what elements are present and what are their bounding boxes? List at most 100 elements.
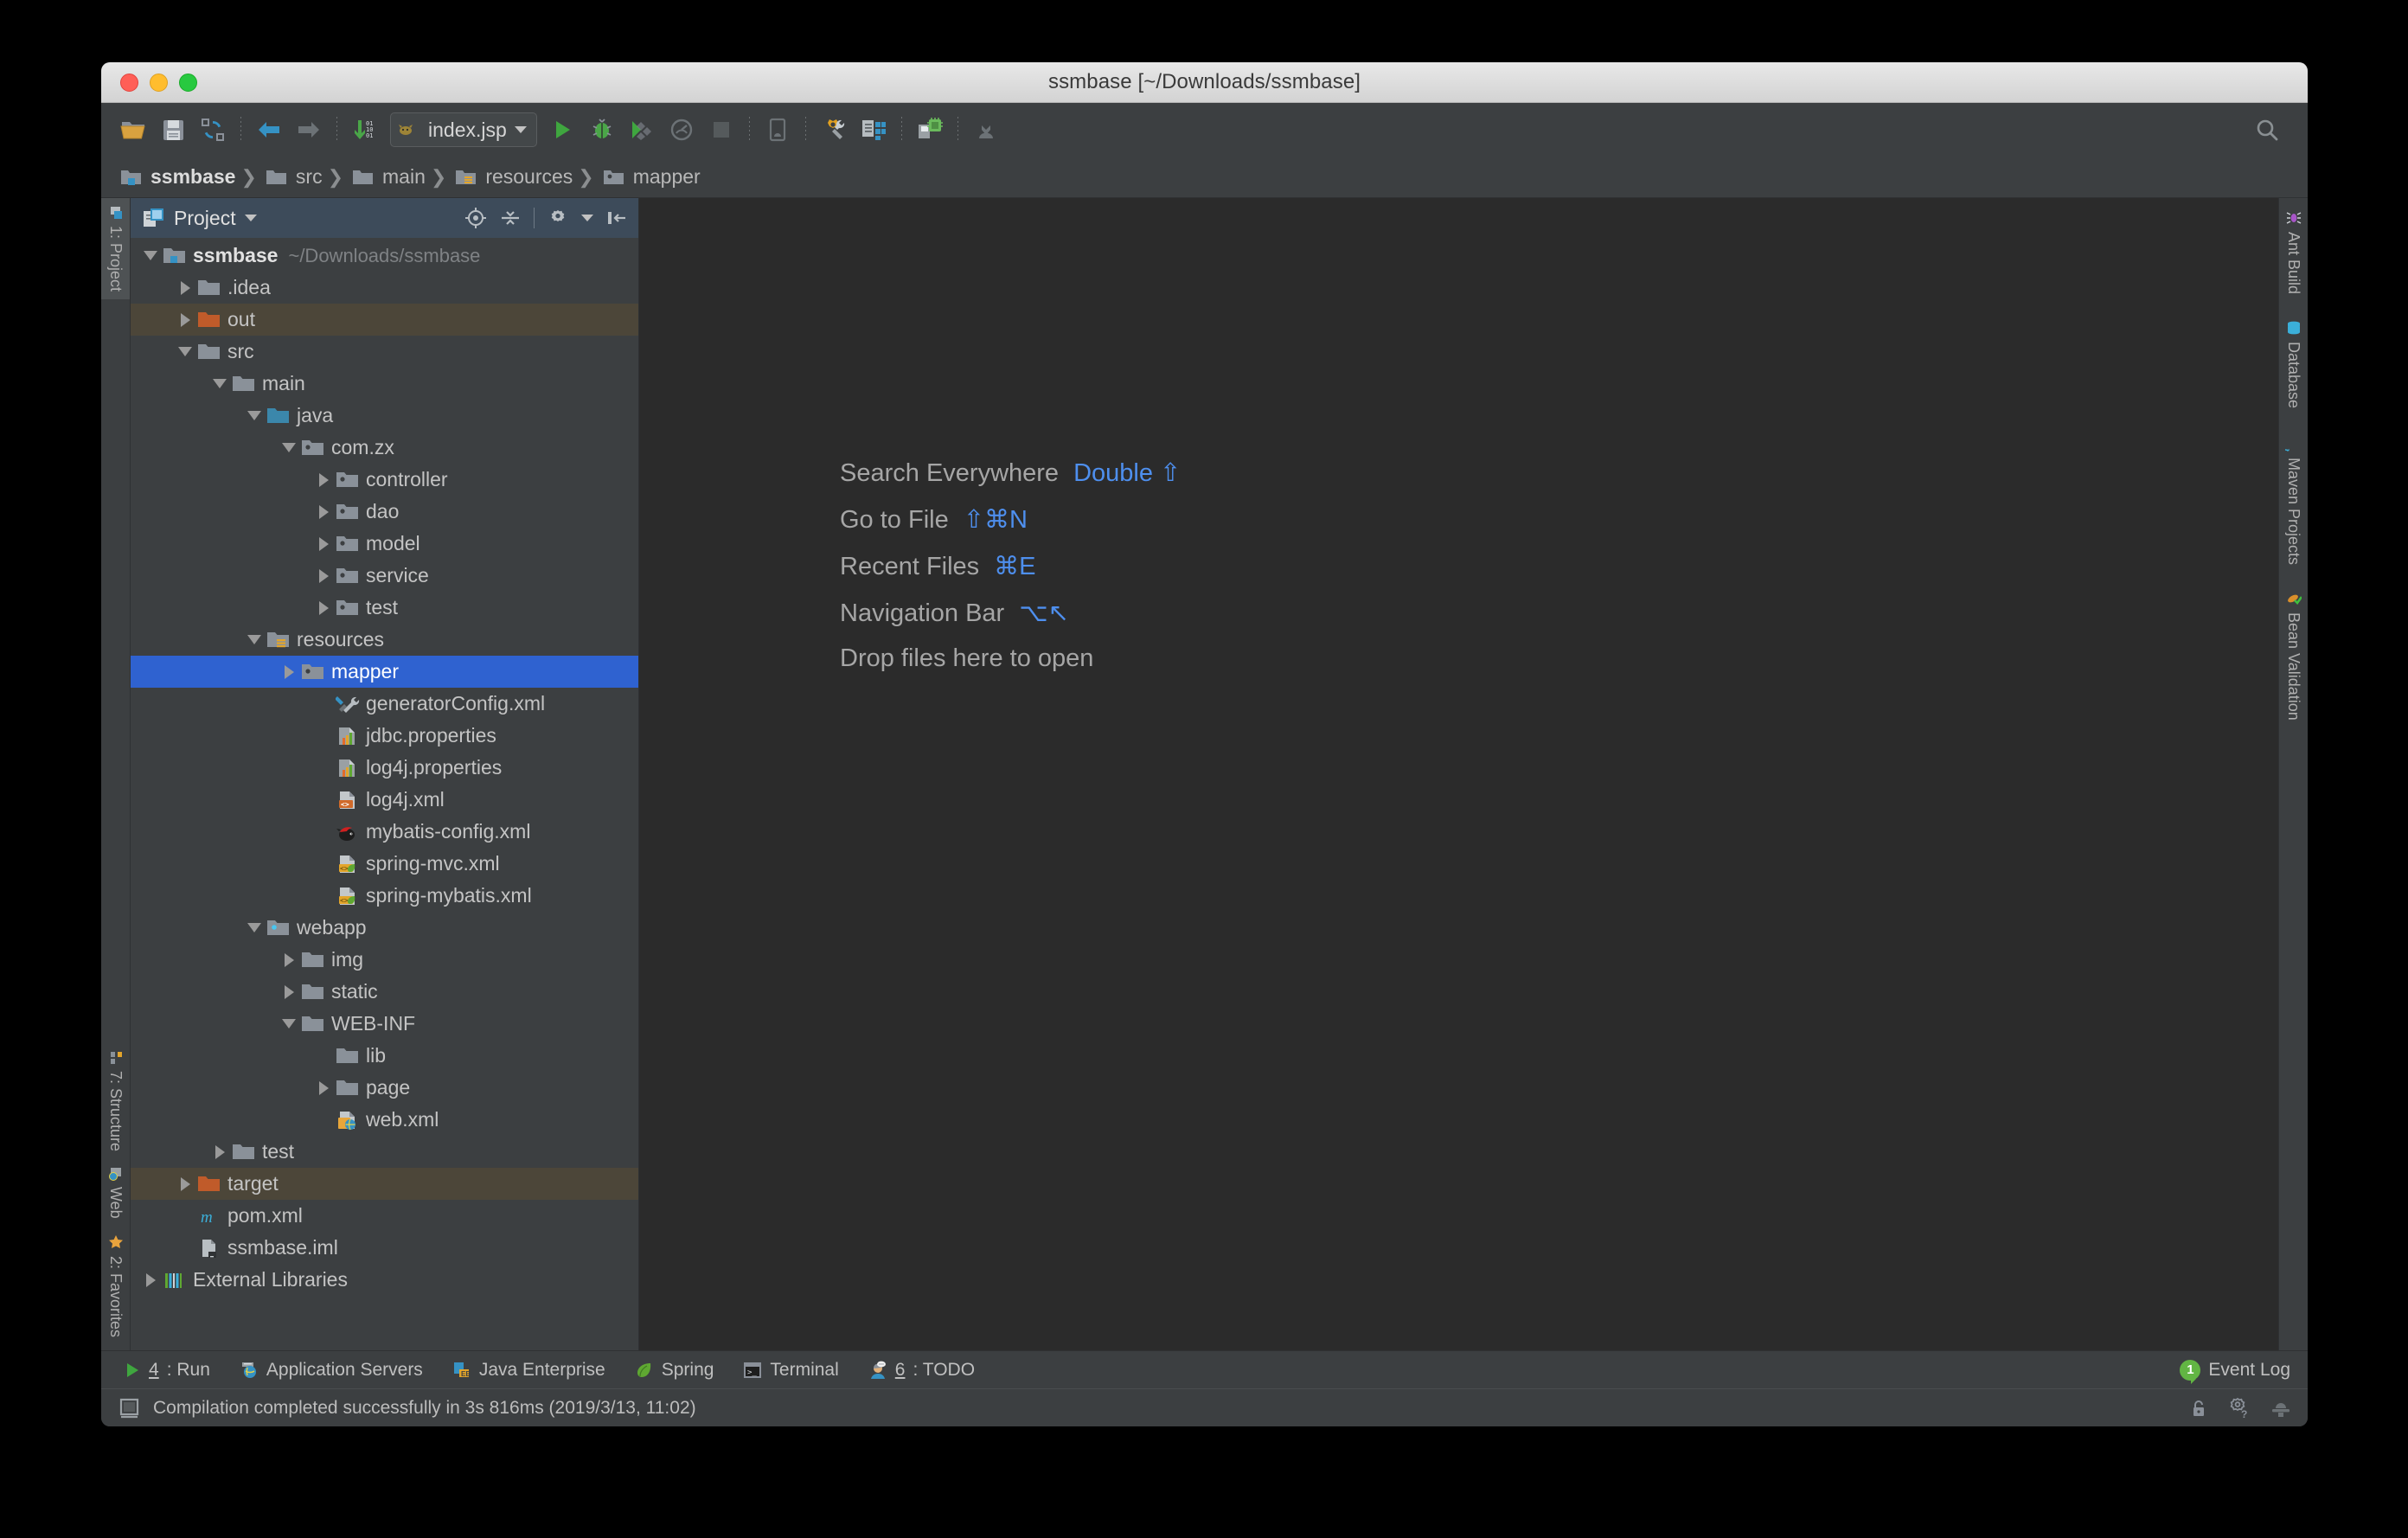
tree-row-generatorconfig-xml[interactable]: generatorConfig.xml: [131, 688, 638, 720]
sync-icon[interactable]: [193, 110, 233, 150]
open-folder-icon[interactable]: [113, 110, 153, 150]
sidebar-item-web[interactable]: Web: [101, 1159, 130, 1227]
breadcrumb-item-src[interactable]: src: [259, 157, 326, 197]
hide-panel-icon[interactable]: [605, 207, 628, 229]
tree-row-log4j-properties[interactable]: log4j.properties: [131, 752, 638, 784]
tree-row-web-inf[interactable]: WEB-INF: [131, 1008, 638, 1040]
chevron-down-icon[interactable]: [581, 215, 593, 221]
collapse-all-icon[interactable]: [499, 207, 522, 229]
tree-row-dao[interactable]: dao: [131, 496, 638, 528]
run-coverage-icon[interactable]: [622, 110, 662, 150]
chevron-right-icon[interactable]: [278, 952, 300, 967]
tree-row-mapper[interactable]: mapper: [131, 656, 638, 688]
breadcrumb-item-resources[interactable]: resources: [448, 157, 576, 197]
tree-row-static[interactable]: static: [131, 976, 638, 1008]
lock-icon[interactable]: [2188, 1398, 2209, 1419]
chevron-down-icon[interactable]: [243, 923, 266, 932]
chevron-down-icon[interactable]: [243, 411, 266, 420]
tree-row-spring-mvc-xml[interactable]: <> spring-mvc.xml: [131, 848, 638, 880]
tree-row-webapp[interactable]: webapp: [131, 912, 638, 944]
chevron-right-icon[interactable]: [312, 472, 335, 487]
sidebar-item-favorites[interactable]: 2: Favorites: [101, 1227, 130, 1345]
tree-row-log4j-xml[interactable]: <> log4j.xml: [131, 784, 638, 816]
chevron-down-icon[interactable]: [208, 379, 231, 388]
locate-target-icon[interactable]: [464, 207, 487, 229]
chevron-right-icon[interactable]: [174, 312, 196, 327]
tree-row-out[interactable]: out: [131, 304, 638, 336]
tree-row-spring-mybatis-xml[interactable]: <> spring-mybatis.xml: [131, 880, 638, 912]
background-tasks-icon[interactable]: [2270, 1398, 2292, 1419]
tree-row-jdbc-properties[interactable]: jdbc.properties: [131, 720, 638, 752]
bottom-item-application-servers[interactable]: Application Servers: [240, 1360, 423, 1381]
chevron-down-icon[interactable]: [514, 126, 527, 133]
sidebar-item-structure[interactable]: 7: Structure: [101, 1043, 130, 1159]
tree-row-ssmbase-iml[interactable]: ssmbase.iml: [131, 1232, 638, 1264]
tree-row--idea[interactable]: .idea: [131, 272, 638, 304]
tree-row-java[interactable]: java: [131, 400, 638, 432]
gear-question-icon[interactable]: ?: [2228, 1397, 2251, 1419]
chevron-right-icon[interactable]: [208, 1144, 231, 1159]
editor-area[interactable]: Search Everywhere Double ⇧ Go to File ⇧⌘…: [639, 198, 2278, 1350]
sidebar-item-project[interactable]: 1: Project: [101, 198, 130, 300]
tree-row-target[interactable]: target: [131, 1168, 638, 1200]
chevron-down-icon[interactable]: [244, 215, 257, 221]
chevron-right-icon[interactable]: [312, 568, 335, 583]
settings-gear-icon[interactable]: [547, 207, 569, 229]
chevron-right-icon[interactable]: [312, 1080, 335, 1095]
chevron-down-icon[interactable]: [278, 443, 300, 452]
tree-row-lib[interactable]: lib: [131, 1040, 638, 1072]
tree-row-external-libraries[interactable]: External Libraries: [131, 1264, 638, 1296]
bottom-item-terminal[interactable]: >_ Terminal: [743, 1360, 839, 1381]
compile-icon[interactable]: 01 10 01: [345, 110, 385, 150]
tree-row-model[interactable]: model: [131, 528, 638, 560]
tree-row-pom-xml[interactable]: m pom.xml: [131, 1200, 638, 1232]
back-icon[interactable]: [249, 110, 289, 150]
breadcrumb-item-ssmbase[interactable]: ssmbase: [113, 157, 239, 197]
settings-wrench-icon[interactable]: [814, 110, 854, 150]
chevron-down-icon[interactable]: [174, 347, 196, 356]
chevron-right-icon[interactable]: [139, 1272, 162, 1287]
sidebar-item-ant-build[interactable]: Ant Build: [2284, 210, 2302, 294]
run-configuration-selector[interactable]: index.jsp: [390, 112, 537, 147]
bottom-item-run[interactable]: 4: Run: [124, 1360, 210, 1381]
tree-row-ssmbase[interactable]: ssmbase ~/Downloads/ssmbase: [131, 240, 638, 272]
sidebar-item-bean-validation[interactable]: Bean Validation: [2284, 591, 2302, 721]
bottom-item-spring[interactable]: Spring: [635, 1360, 714, 1381]
chevron-right-icon[interactable]: [174, 1176, 196, 1191]
tree-row-com-zx[interactable]: com.zx: [131, 432, 638, 464]
tree-row-page[interactable]: page: [131, 1072, 638, 1104]
chevron-down-icon[interactable]: [139, 251, 162, 260]
avd-manager-icon[interactable]: [910, 110, 950, 150]
tree-row-img[interactable]: img: [131, 944, 638, 976]
search-icon[interactable]: [2247, 110, 2287, 150]
forward-icon[interactable]: [289, 110, 329, 150]
tree-row-resources[interactable]: resources: [131, 624, 638, 656]
chevron-right-icon[interactable]: [312, 536, 335, 551]
breadcrumb-item-main[interactable]: main: [345, 157, 429, 197]
chevron-right-icon[interactable]: [278, 664, 300, 679]
bottom-item-todo[interactable]: 6: TODO: [868, 1360, 975, 1381]
chevron-down-icon[interactable]: [278, 1019, 300, 1029]
breadcrumb-item-mapper[interactable]: mapper: [596, 157, 704, 197]
tree-row-controller[interactable]: controller: [131, 464, 638, 496]
stop-icon[interactable]: [701, 110, 741, 150]
profile-icon[interactable]: [662, 110, 701, 150]
sidebar-item-maven-projects[interactable]: m Maven Projects: [2284, 434, 2303, 565]
tree-row-service[interactable]: service: [131, 560, 638, 592]
save-all-icon[interactable]: [153, 110, 193, 150]
run-icon[interactable]: [542, 110, 582, 150]
sidebar-item-database[interactable]: Database: [2284, 320, 2302, 408]
chevron-down-icon[interactable]: [243, 635, 266, 644]
android-device-icon[interactable]: [758, 110, 797, 150]
bottom-item-java-enterprise[interactable]: EE Java Enterprise: [452, 1360, 605, 1381]
chevron-right-icon[interactable]: [312, 600, 335, 615]
tree-row-test[interactable]: test: [131, 1136, 638, 1168]
sdk-manager-icon[interactable]: [966, 110, 1006, 150]
tree-row-mybatis-config-xml[interactable]: mybatis-config.xml: [131, 816, 638, 848]
memory-indicator-icon[interactable]: [118, 1397, 141, 1419]
chevron-right-icon[interactable]: [278, 984, 300, 999]
tree-row-main[interactable]: main: [131, 368, 638, 400]
project-tree[interactable]: ssmbase ~/Downloads/ssmbase .idea out src mai…: [131, 238, 638, 1350]
event-log-button[interactable]: 1 Event Log: [2180, 1359, 2290, 1384]
debug-icon[interactable]: [582, 110, 622, 150]
